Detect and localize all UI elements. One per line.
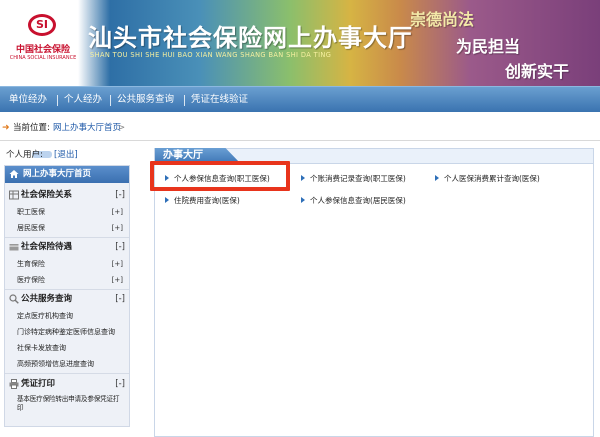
sidebar-item-label: 门诊特定病种鉴定医师信息查询 [17,328,115,336]
sidebar-item-label: 居民医保 [17,224,45,232]
sidebar-item-label: 高频预领增信息进度查询 [17,360,94,368]
sidebar-item-resident-medical[interactable]: 居民医保 [+] [5,221,129,235]
user-label: 个人用户: [6,150,43,160]
collapse-toggle[interactable]: [-] [115,291,125,307]
logout-link[interactable]: [退出] [54,150,78,160]
expand-toggle[interactable]: [+] [112,273,123,287]
search-icon [9,294,19,304]
sidebar-item-medical-transfer-print[interactable]: 基本医疗保险转出申请及参保凭证打印 [5,395,129,413]
nav-item-personal[interactable]: 个人经办 [64,87,102,113]
logo-mark-text: SI [35,18,48,31]
service-link-label: 个人医保消费累计查询(医保) [444,174,540,183]
sidebar-group-insurance-benefit[interactable]: 社会保险待遇 [-] [5,239,129,255]
service-link-personal-info-resident[interactable]: 个人参保信息查询(居民医保) [301,195,406,207]
triangle-right-icon [435,175,439,181]
sidebar-item-label: 定点医疗机构查询 [17,312,73,320]
logo-en-text: CHINA SOCIAL INSURANCE [9,55,77,61]
service-link-label: 住院费用查询(医保) [174,196,240,205]
table-icon [9,190,19,200]
expand-toggle[interactable]: [+] [112,205,123,219]
service-link-label: 个账消费记录查询(职工医保) [310,174,406,183]
sidebar-home-label: 网上办事大厅首页 [23,169,92,179]
social-insurance-logo[interactable]: SI 中国社会保险 CHINA SOCIAL INSURANCE [6,10,80,74]
triangle-right-icon [165,197,169,203]
collapse-toggle[interactable]: [-] [115,376,125,392]
nav-separator [110,95,111,106]
sidebar-group-voucher-print[interactable]: 凭证打印 [-] [5,376,129,392]
sidebar-item-maternity[interactable]: 生育保险 [+] [5,257,129,271]
divider [5,237,129,238]
page: SI 中国社会保险 CHINA SOCIAL INSURANCE 汕头市社会保险… [0,0,600,437]
divider [0,140,600,141]
sidebar-item-outpatient-doctor[interactable]: 门诊特定病种鉴定医师信息查询 [5,325,129,339]
nav-separator [57,95,58,106]
expand-toggle[interactable]: [+] [112,257,123,271]
logo-cn-text: 中国社会保险 [15,45,70,55]
slogan-2: 为民担当 [456,37,521,56]
sidebar-item-label: 医疗保险 [17,276,45,284]
nav-separator [184,95,185,106]
arrow-right-icon: ➜ [2,123,10,133]
breadcrumb-separator: > [118,123,126,133]
sidebar-item-label: 职工医保 [17,208,45,216]
home-icon [9,170,19,178]
sidebar-item-progress[interactable]: 高频预领增信息进度查询 [5,357,129,371]
sidebar-home[interactable]: 网上办事大厅首页 [5,166,129,183]
sidebar-item-medical[interactable]: 医疗保险 [+] [5,273,129,287]
sidebar-group-title: 凭证打印 [21,379,56,389]
user-info: 个人用户: [退出] [6,149,78,161]
breadcrumb: ➜ 当前位置: 网上办事大厅首页 > [0,118,600,138]
service-hall-panel: 办事大厅 个人参保信息查询(职工医保) 个账消费记录查询(职工医保) 个人医保消… [154,148,594,437]
triangle-right-icon [301,175,305,181]
sidebar-group-title: 社会保险关系 [21,190,73,200]
breadcrumb-home-link[interactable]: 网上办事大厅首页 [53,118,121,138]
logo-mark: SI [28,14,56,36]
sidebar-item-employee-medical[interactable]: 职工医保 [+] [5,205,129,219]
nav-item-unit[interactable]: 单位经办 [9,87,47,113]
service-link-account-consumption[interactable]: 个账消费记录查询(职工医保) [301,173,406,185]
sidebar-item-designated-hospital[interactable]: 定点医疗机构查询 [5,309,129,323]
printer-icon [9,379,19,389]
main-nav: 单位经办 个人经办 公共服务查询 凭证在线验证 [0,86,600,112]
collapse-toggle[interactable]: [-] [115,187,125,203]
divider [5,289,129,290]
sidebar-group-public-query[interactable]: 公共服务查询 [-] [5,291,129,307]
sidebar-group-insurance-relation[interactable]: 社会保险关系 [-] [5,187,129,203]
site-title: 汕头市社会保险网上办事大厅 [88,24,413,52]
triangle-right-icon [301,197,305,203]
sidebar-item-label: 生育保险 [17,260,45,268]
highlight-box [150,161,290,191]
site-subtitle: SHAN TOU SHI SHE HUI BAO XIAN WANG SHANG… [90,51,332,59]
sidebar-group-title: 社会保险待遇 [21,242,73,252]
sidebar: 网上办事大厅首页 社会保险关系 [-] 职工医保 [+] 居民医保 [+] 社会… [4,165,130,427]
slogan-1: 崇德尚法 [410,10,475,29]
card-icon [9,244,19,251]
sidebar-group-title: 公共服务查询 [21,294,73,304]
nav-item-voucher-verify[interactable]: 凭证在线验证 [191,87,248,113]
service-link-hospital-fees[interactable]: 住院费用查询(医保) [165,195,240,207]
expand-toggle[interactable]: [+] [112,221,123,235]
service-link-label: 个人参保信息查询(居民医保) [310,196,406,205]
divider [5,373,129,374]
site-banner: SI 中国社会保险 CHINA SOCIAL INSURANCE 汕头市社会保险… [0,0,600,86]
service-link-consumption-total[interactable]: 个人医保消费累计查询(医保) [435,173,540,185]
breadcrumb-label: 当前位置: [13,123,50,133]
sidebar-item-label: 社保卡发放查询 [17,344,66,352]
nav-item-public-query[interactable]: 公共服务查询 [117,87,174,113]
sidebar-item-label: 基本医疗保险转出申请及参保凭证打印 [17,395,120,412]
collapse-toggle[interactable]: [-] [115,239,125,255]
sidebar-item-ss-card[interactable]: 社保卡发放查询 [5,341,129,355]
slogan-3: 创新实干 [505,62,570,81]
